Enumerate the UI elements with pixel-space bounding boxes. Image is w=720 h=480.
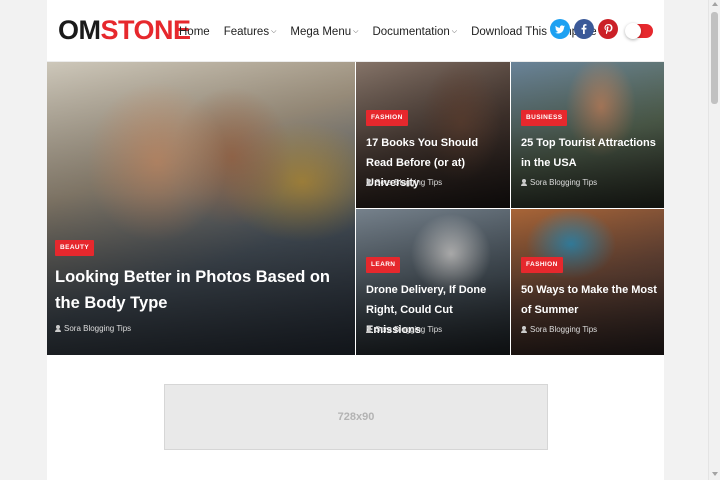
nav-features-label: Features [223,26,270,38]
featured-post-top-right[interactable]: BUSINESS 25 Top Tourist Attractions in t… [511,62,664,208]
facebook-icon[interactable] [574,19,594,39]
nav-documentation-label: Documentation [372,26,450,38]
twitter-icon[interactable] [550,19,570,39]
user-icon [55,325,61,332]
post-author: Sora Blogging Tips [521,325,597,334]
featured-main-post[interactable]: BEAUTY Looking Better in Photos Based on… [47,62,355,355]
nav-documentation[interactable]: Documentation ⌵ [372,24,457,40]
post-author: Sora Blogging Tips [521,178,597,187]
post-author: Sora Blogging Tips [55,324,131,333]
category-badge[interactable]: FASHION [521,257,563,273]
author-name: Sora Blogging Tips [530,325,598,334]
scroll-up-arrow-icon[interactable] [712,2,718,6]
category-badge[interactable]: BUSINESS [521,110,568,126]
scroll-down-arrow-icon[interactable] [712,472,718,476]
nav-features[interactable]: Features ⌵ [224,24,277,40]
user-icon [521,179,527,186]
page-scrollbar[interactable] [708,0,720,480]
author-name: Sora Blogging Tips [375,178,443,187]
logo-part-stone: STONE [100,15,192,45]
category-badge[interactable]: FASHION [366,110,408,126]
author-name: Sora Blogging Tips [64,324,132,333]
post-title[interactable]: 50 Ways to Make the Most of Summer [521,280,659,320]
nav-mega-menu-label: Mega Menu [290,26,352,38]
featured-post-bottom-left[interactable]: LEARN Drone Delivery, If Done Right, Cou… [356,209,510,355]
user-icon [366,326,372,333]
user-icon [521,326,527,333]
chevron-down-icon: ⌵ [451,28,458,35]
post-author: Sora Blogging Tips [366,178,442,187]
nav-home[interactable]: Home [179,24,210,40]
post-author: Sora Blogging Tips [366,325,442,334]
category-badge[interactable]: LEARN [366,257,401,273]
post-title[interactable]: Looking Better in Photos Based on the Bo… [55,264,345,316]
page-container: OMSTONE Home Features ⌵ Mega Menu ⌵ Docume… [47,0,664,480]
main-nav: Home Features ⌵ Mega Menu ⌵ Documentation ⌵… [179,24,611,40]
site-logo[interactable]: OMSTONE [58,14,191,46]
chevron-down-icon: ⌵ [353,28,359,35]
ad-placeholder[interactable]: 728x90 [164,384,548,450]
toggle-knob [625,23,641,39]
chevron-down-icon: ⌵ [271,28,277,35]
post-title[interactable]: 25 Top Tourist Attractions in the USA [521,133,659,173]
user-icon [366,179,372,186]
scrollbar-thumb[interactable] [711,12,718,104]
nav-mega-menu[interactable]: Mega Menu ⌵ [290,24,358,40]
featured-post-bottom-right[interactable]: FASHION 50 Ways to Make the Most of Summ… [511,209,664,355]
category-badge[interactable]: BEAUTY [55,240,95,256]
ad-size-label: 728x90 [337,411,375,423]
logo-part-om: OM [58,15,101,45]
dark-mode-toggle[interactable] [625,23,653,39]
author-name: Sora Blogging Tips [375,325,443,334]
featured-post-top-left[interactable]: FASHION 17 Books You Should Read Before … [356,62,510,208]
author-name: Sora Blogging Tips [530,178,598,187]
featured-grid: BEAUTY Looking Better in Photos Based on… [47,62,664,355]
pinterest-icon[interactable] [598,19,618,39]
site-header: OMSTONE Home Features ⌵ Mega Menu ⌵ Docume… [47,0,664,62]
nav-home-label: Home [179,26,210,38]
